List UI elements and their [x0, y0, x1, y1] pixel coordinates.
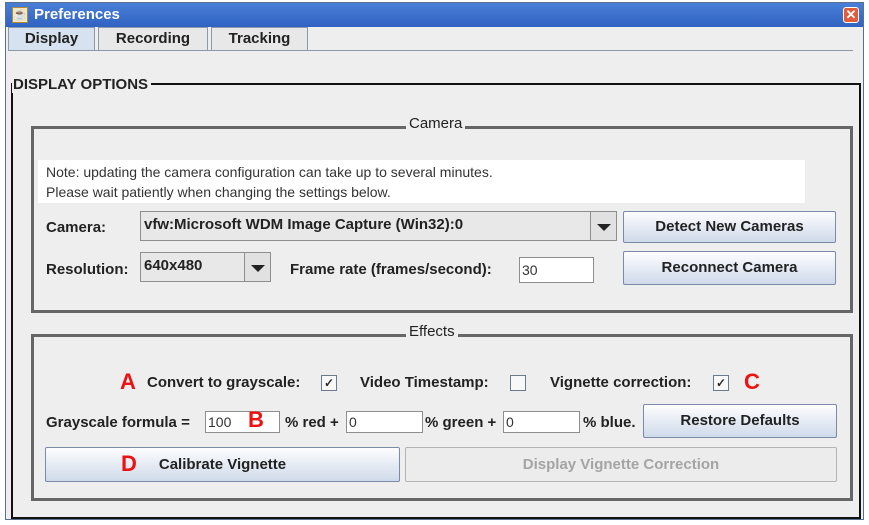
red-label: % red +	[285, 414, 339, 431]
green-percent-input[interactable]: 0	[346, 411, 423, 433]
detect-new-cameras-button[interactable]: Detect New Cameras	[623, 211, 836, 243]
blue-label: % blue.	[583, 414, 636, 431]
green-label: % green +	[425, 414, 497, 431]
close-icon[interactable]: ✕	[843, 7, 859, 23]
grayscale-formula-label: Grayscale formula =	[46, 414, 190, 431]
window-title: Preferences	[34, 6, 120, 23]
camera-label: Camera:	[46, 219, 107, 236]
video-timestamp-label: Video Timestamp:	[360, 374, 489, 391]
resolution-label: Resolution:	[46, 261, 129, 278]
camera-note-line1: Note: updating the camera configuration …	[46, 164, 493, 180]
tab-divider	[8, 50, 853, 51]
calibrate-vignette-button[interactable]: D Calibrate Vignette	[45, 447, 400, 482]
chevron-down-icon[interactable]	[244, 253, 270, 281]
vignette-correction-checkbox[interactable]: ✓	[713, 375, 729, 391]
vignette-correction-label: Vignette correction:	[550, 374, 692, 391]
red-percent-input[interactable]: 100	[205, 411, 280, 433]
convert-grayscale-label: Convert to grayscale:	[147, 374, 301, 391]
camera-group-title: Camera	[406, 115, 466, 132]
chevron-down-icon[interactable]	[590, 212, 616, 240]
annotation-marker-d: D	[121, 451, 137, 476]
resolution-select-value: 640x480	[144, 257, 203, 274]
tab-display[interactable]: Display	[8, 27, 95, 50]
calibrate-vignette-label: Calibrate Vignette	[158, 456, 287, 473]
title-bar[interactable]: ☕ Preferences ✕	[6, 3, 863, 27]
java-app-icon: ☕	[12, 7, 28, 23]
camera-select-value: vfw:Microsoft WDM Image Capture (Win32):…	[144, 216, 464, 233]
display-options-title: DISPLAY OPTIONS	[12, 76, 152, 93]
restore-defaults-button[interactable]: Restore Defaults	[643, 404, 837, 438]
camera-note-line2: Please wait patiently when changing the …	[46, 184, 391, 200]
reconnect-camera-button[interactable]: Reconnect Camera	[623, 251, 836, 285]
tab-tracking[interactable]: Tracking	[211, 27, 308, 50]
blue-percent-input[interactable]: 0	[503, 411, 580, 433]
frame-rate-input[interactable]: 30	[519, 257, 594, 283]
frame-rate-label: Frame rate (frames/second):	[290, 261, 492, 278]
tab-recording[interactable]: Recording	[98, 27, 208, 50]
camera-select[interactable]: vfw:Microsoft WDM Image Capture (Win32):…	[140, 211, 617, 241]
video-timestamp-checkbox[interactable]	[510, 375, 526, 391]
annotation-marker-b: B	[248, 407, 264, 432]
annotation-marker-c: C	[744, 369, 760, 394]
camera-note: Note: updating the camera configuration …	[38, 160, 805, 203]
display-vignette-correction-button[interactable]: Display Vignette Correction	[405, 447, 837, 482]
effects-group-title: Effects	[406, 323, 458, 340]
resolution-select[interactable]: 640x480	[140, 252, 271, 282]
annotation-marker-a: A	[120, 369, 136, 394]
convert-grayscale-checkbox[interactable]: ✓	[321, 375, 337, 391]
